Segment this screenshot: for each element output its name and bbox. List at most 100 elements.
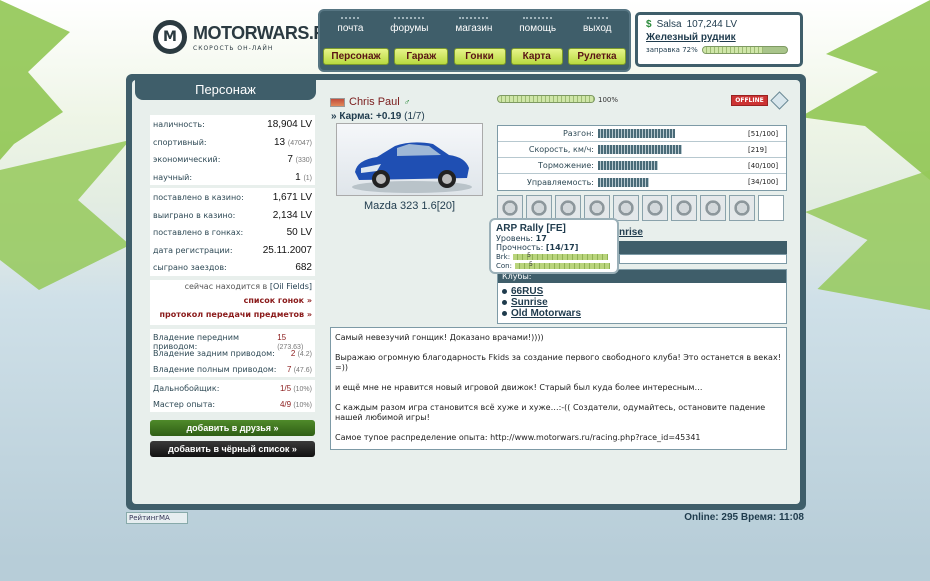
car-stat-meter-fill <box>598 145 682 154</box>
location-prefix: сейчас находится в <box>184 282 268 291</box>
tab-races[interactable]: Гонки <box>453 48 506 65</box>
con-value: 5 <box>528 260 533 268</box>
tab-roulette[interactable]: Рулетка <box>568 48 626 65</box>
stat-label: наличность: <box>153 120 205 129</box>
car-stat-meter <box>598 145 748 154</box>
stat-row: Мастер опыта: 4/9 (10%) <box>150 396 315 412</box>
car-stat-label: Разгон: <box>562 129 594 138</box>
logo-mark: M <box>153 20 187 54</box>
rating-button[interactable]: РейтингMA <box>126 512 188 524</box>
stat-value: 2,134 LV <box>272 209 312 221</box>
club-name[interactable]: Old Motorwars <box>511 308 581 319</box>
stat-extra: (47.6) <box>293 367 312 374</box>
race-list-link[interactable]: список гонок » <box>153 296 312 310</box>
add-blacklist-button[interactable]: добавить в чёрный список » <box>150 441 315 457</box>
stat-label: спортивный: <box>153 137 207 147</box>
brk-value: 5 <box>527 251 531 259</box>
country-flag-icon <box>330 97 345 107</box>
stat-row: поставлено в казино: 1,671 LV <box>150 188 315 206</box>
stats-group-drive: Владение передним приводом: 15 (273.63) В… <box>150 329 315 377</box>
car-stat-meter-fill <box>598 177 649 187</box>
nav-mail[interactable]: почта <box>337 17 363 34</box>
nav-shop[interactable]: магазин <box>455 17 492 34</box>
male-icon: ♂ <box>403 97 411 107</box>
stat-extra: (10%) <box>293 402 312 409</box>
car-name[interactable]: Mazda 323 1.6[20] <box>336 200 483 212</box>
transfer-log-link[interactable]: протокол передачи предметов » <box>153 310 312 324</box>
car-stat-meter <box>598 129 748 138</box>
karma-label: » Карма: <box>331 111 374 122</box>
stats-group-achievements: Дальнобойщик: 1/5 (10%) Мастер опыта: 4/9 … <box>150 380 315 412</box>
about-paragraph: Выражаю огромную благодарность Fkids за … <box>335 353 781 372</box>
stat-extra: (4.2) <box>297 351 312 358</box>
stat-row: научный: 1 (1) <box>150 168 315 186</box>
bullet-icon <box>502 300 507 305</box>
wheel-part-icon[interactable] <box>613 195 639 221</box>
car-stat-label: Управляемость: <box>526 177 594 187</box>
stats-group-money: наличность: 18,904 LV спортивный: 13 (47… <box>150 115 315 185</box>
car-stat-row: Управляемость: [34/100] <box>498 174 786 190</box>
engine-part-icon[interactable] <box>700 195 726 221</box>
stat-label: Владение задним приводом: <box>153 349 275 358</box>
stat-value: 7 <box>287 365 292 374</box>
stat-row: наличность: 18,904 LV <box>150 115 315 133</box>
location-value[interactable]: [Oil Fields] <box>270 282 312 291</box>
tooltip-con-label: Con: <box>496 261 512 270</box>
profile-name[interactable]: Chris Paul <box>349 96 400 108</box>
stat-value: 682 <box>295 262 312 273</box>
car-stat-label: Торможение: <box>538 161 594 170</box>
stat-value: 18,904 LV <box>267 119 312 130</box>
experience-bar <box>497 95 595 103</box>
leaf-decoration <box>800 0 930 180</box>
tooltip-title: ARP Rally [FE] <box>496 223 566 234</box>
stat-value: 4/9 <box>279 400 292 409</box>
stat-row: спортивный: 13 (47047) <box>150 133 315 151</box>
stat-label: выиграно в казино: <box>153 210 236 220</box>
stat-row: дата регистрации: 25.11.2007 <box>150 241 315 259</box>
con-bar: 5 <box>514 260 610 269</box>
car-stat-row: Разгон: [51/100] <box>498 126 786 142</box>
status-badge: OFFLINE <box>731 95 768 106</box>
car-stat-value: [40/100] <box>748 161 779 170</box>
experience-bar-fill <box>498 96 594 102</box>
stat-value: 25.11.2007 <box>262 244 312 256</box>
stat-label: сыграно заездов: <box>153 263 227 272</box>
tab-map[interactable]: Карта <box>510 48 563 65</box>
club-name[interactable]: Sunrise <box>511 297 548 308</box>
stat-label: Дальнобойщик: <box>153 384 220 393</box>
tab-garage[interactable]: Гараж <box>394 48 449 65</box>
site-logo[interactable]: M MOTORWARS.RU СКОРОСТЬ ОН-ЛАЙН <box>153 20 339 54</box>
team-link[interactable]: nrise <box>619 227 643 238</box>
turbo-part-icon[interactable] <box>671 195 697 221</box>
stat-value: 1 <box>295 171 301 183</box>
about-paragraph[interactable]: Самое тупое распределение опыта: http://… <box>335 433 782 443</box>
tab-character[interactable]: Персонаж <box>323 48 389 65</box>
stat-row: поставлено в гонках: 50 LV <box>150 223 315 241</box>
club-link[interactable]: Old Motorwars <box>502 308 782 319</box>
username[interactable]: Salsa <box>657 19 682 30</box>
add-friend-button[interactable]: добавить в друзья » <box>150 420 315 436</box>
club-link[interactable]: Sunrise <box>502 297 782 308</box>
nav-forums[interactable]: форумы <box>390 17 428 34</box>
tooltip-durability: [14/17] <box>545 243 579 252</box>
clubs-box: Клубы: 66RUS Sunrise Old Motorwars <box>497 269 787 324</box>
bullet-icon <box>502 289 507 294</box>
gearbox-part-icon[interactable] <box>642 195 668 221</box>
karma-value: +0.19 <box>376 111 402 122</box>
user-money: 107,244 LV <box>686 19 737 30</box>
car-stats-table: Разгон: [51/100] Скорость, км/ч: [219] Т… <box>497 125 787 191</box>
logo-title: MOTORWARS.RU <box>193 22 339 43</box>
user-location-link[interactable]: Железный рудник <box>646 32 792 43</box>
nav-help[interactable]: помощь <box>519 17 556 34</box>
empty-part-slot[interactable] <box>758 195 784 221</box>
karma-line: » Карма: +0.19 (1/7) <box>331 111 425 122</box>
pistons-part-icon[interactable] <box>729 195 755 221</box>
club-name[interactable]: 66RUS <box>511 286 543 297</box>
stat-row: Владение полным приводом: 7 (47.6) <box>150 361 315 377</box>
nav-logout[interactable]: выход <box>583 17 612 34</box>
logo-subtitle: СКОРОСТЬ ОН-ЛАЙН <box>193 44 274 52</box>
stat-value: 50 LV <box>286 227 312 238</box>
club-link[interactable]: 66RUS <box>502 286 782 297</box>
stat-label: научный: <box>153 172 193 182</box>
stat-value: 7 <box>287 154 293 165</box>
